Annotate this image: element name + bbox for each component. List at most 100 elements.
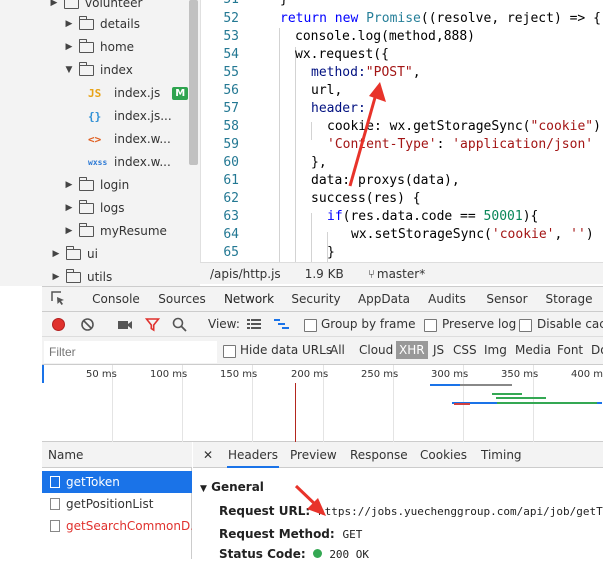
tree-item-ui[interactable]: ▶ ui <box>50 243 98 265</box>
filter-type-css[interactable]: CSS <box>453 343 477 357</box>
group-by-frame-checkbox[interactable] <box>304 319 317 332</box>
timeline-tick: 50 ms <box>86 369 117 380</box>
line-number: 51 <box>201 0 239 7</box>
network-timeline-overview[interactable]: 50 ms 100 ms 150 ms 200 ms 250 ms 300 ms… <box>42 365 603 442</box>
timeline-tick: 200 ms <box>291 369 329 380</box>
timeline-tick: 100 ms <box>150 369 188 380</box>
folder-icon <box>65 245 81 260</box>
tab-timing[interactable]: Timing <box>481 442 522 468</box>
code-line: console.log(method,888) <box>295 29 475 44</box>
tab-preview[interactable]: Preview <box>290 442 337 468</box>
list-view-icon[interactable] <box>247 318 261 330</box>
request-url-value[interactable]: https://jobs.yuechenggroup.com/api/job/g… <box>318 505 603 518</box>
general-section-header[interactable]: ▼ General <box>200 480 264 494</box>
tab-headers[interactable]: Headers <box>227 442 279 468</box>
filter-type-all[interactable]: All <box>330 343 345 357</box>
line-number: 59 <box>223 137 239 152</box>
group-by-frame-label[interactable]: Group by frame <box>321 317 415 331</box>
filter-type-media[interactable]: Media <box>515 343 551 357</box>
tree-item-label: index.js... <box>114 109 172 123</box>
code-token: if <box>327 209 343 224</box>
chevron-right-icon: ▶ <box>52 249 60 259</box>
request-method-row: Request Method: GET <box>219 527 362 541</box>
file-size: 1.9 KB <box>304 266 344 281</box>
close-icon[interactable]: ✕ <box>203 442 213 468</box>
filter-type-doc[interactable]: Do <box>591 343 603 357</box>
tree-item-label: index <box>100 63 133 77</box>
file-path[interactable]: /apis/http.js <box>210 267 281 281</box>
tab-appdata[interactable]: AppData <box>356 287 412 312</box>
request-bar <box>460 384 512 386</box>
line-number: 61 <box>223 173 239 188</box>
record-icon[interactable] <box>51 317 66 332</box>
tree-item-index-wxss[interactable]: wxss index.w... <box>88 151 171 173</box>
view-label: View: <box>208 317 240 331</box>
tab-cookies[interactable]: Cookies <box>420 442 467 468</box>
tree-item-volunteer[interactable]: ▶ volunteer <box>48 0 142 14</box>
folder-icon <box>78 38 94 53</box>
name-column-header[interactable]: Name <box>42 442 192 468</box>
filter-icon[interactable] <box>145 317 160 332</box>
git-branch-icon: ⑂ <box>367 266 375 281</box>
tab-response[interactable]: Response <box>350 442 408 468</box>
search-icon[interactable] <box>172 317 187 332</box>
disable-cache-checkbox[interactable] <box>519 319 532 332</box>
tab-security[interactable]: Security <box>288 287 344 312</box>
tree-item-utils[interactable]: ▶ utils <box>50 266 112 286</box>
tab-storage[interactable]: Storage <box>542 287 596 312</box>
line-number: 56 <box>223 83 239 98</box>
camera-icon[interactable] <box>117 318 133 331</box>
tree-item-home[interactable]: ▶ home <box>63 36 134 58</box>
filter-type-font[interactable]: Font <box>557 343 583 357</box>
tree-item-login[interactable]: ▶ login <box>63 174 129 196</box>
chevron-right-icon: ▶ <box>65 19 73 29</box>
chevron-right-icon: ▶ <box>65 180 73 190</box>
code-token: : <box>436 137 453 152</box>
tab-sources[interactable]: Sources <box>154 287 210 312</box>
hide-data-urls-label[interactable]: Hide data URLs <box>240 343 332 357</box>
js-file-icon: JS <box>88 86 102 100</box>
filter-type-xhr[interactable]: XHR <box>396 341 428 359</box>
request-row-gettoken[interactable]: getToken <box>42 471 192 493</box>
inspect-element-icon[interactable] <box>50 290 66 306</box>
clear-icon[interactable] <box>80 317 95 332</box>
git-branch[interactable]: master* <box>377 267 425 281</box>
code-editor[interactable]: 51 52 53 54 55 56 57 58 59 60 61 62 63 6… <box>200 0 603 262</box>
code-token: ), <box>593 119 603 134</box>
request-row-getsearchcommon[interactable]: getSearchCommonD... <box>42 515 192 537</box>
tree-item-index-js[interactable]: JS index.js M <box>88 82 189 104</box>
waterfall-view-icon[interactable] <box>274 318 290 330</box>
tree-item-index[interactable]: ▼ index <box>63 59 133 81</box>
preserve-log-label[interactable]: Preserve log <box>442 317 516 331</box>
hide-data-urls-checkbox[interactable] <box>223 345 236 358</box>
document-icon <box>50 520 60 532</box>
tree-item-details[interactable]: ▶ details <box>63 13 140 35</box>
code-token: console.log(method,888) <box>295 29 476 44</box>
tree-item-logs[interactable]: ▶ logs <box>63 197 125 219</box>
line-number: 65 <box>223 245 239 260</box>
code-token: ) <box>585 227 594 242</box>
filter-type-js[interactable]: JS <box>433 343 444 357</box>
code-token: 'cookie' <box>491 227 555 242</box>
folder-icon <box>65 268 81 283</box>
tab-sensor[interactable]: Sensor <box>482 287 532 312</box>
tree-item-label: ui <box>87 247 98 261</box>
disable-cache-label[interactable]: Disable cach <box>537 317 603 331</box>
tree-item-label: details <box>100 17 140 31</box>
tab-network[interactable]: Network <box>220 287 278 314</box>
filter-type-img[interactable]: Img <box>484 343 507 357</box>
code-token: 50001 <box>483 209 523 224</box>
tab-audits[interactable]: Audits <box>422 287 472 312</box>
tree-item-index-json[interactable]: {} index.js... <box>88 105 172 127</box>
tree-item-myresume[interactable]: ▶ myResume <box>63 220 167 242</box>
tree-item-index-wxml[interactable]: <> index.w... <box>88 128 171 150</box>
tree-scrollbar[interactable] <box>189 0 198 165</box>
tree-item-label: home <box>100 40 135 54</box>
filter-input[interactable] <box>44 341 217 363</box>
preserve-log-checkbox[interactable] <box>424 319 437 332</box>
code-line: } <box>280 0 288 7</box>
tab-console[interactable]: Console <box>88 287 144 312</box>
code-token: method: <box>311 65 366 80</box>
request-row-getpositionlist[interactable]: getPositionList <box>42 493 192 515</box>
filter-type-cloud[interactable]: Cloud <box>359 343 393 357</box>
